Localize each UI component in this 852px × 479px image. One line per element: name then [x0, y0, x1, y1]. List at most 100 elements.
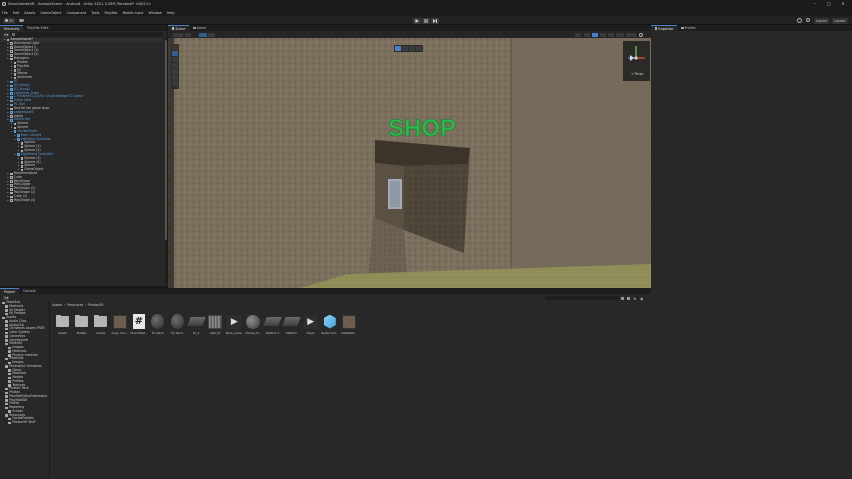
minimize-button[interactable]: –	[808, 1, 822, 8]
folder-icon	[5, 365, 9, 368]
layers-dropdown[interactable]: Layers	[814, 17, 830, 24]
hierarchy-scrollbar[interactable]	[165, 38, 167, 284]
asset-item[interactable]: light_fur	[208, 314, 223, 335]
overlay-visibility-icon[interactable]	[416, 46, 422, 51]
pause-button[interactable]	[422, 17, 430, 24]
overlay-snap-icon[interactable]	[395, 46, 401, 51]
tab-hierarchy[interactable]: Hierarchy	[0, 25, 24, 31]
asset-item[interactable]: # Face/VRSet...	[130, 314, 147, 335]
hidden-packages-icon[interactable]: ◉	[640, 296, 644, 301]
hierarchy-item-label: PolyShape (3)	[13, 197, 36, 202]
breadcrumb-assets[interactable]: Assets	[52, 303, 62, 307]
tab-inspector[interactable]: Inspector	[651, 25, 678, 31]
folder-icon	[8, 376, 12, 380]
asset-item[interactable]: Platform	[282, 314, 301, 335]
grid-snap-button[interactable]	[208, 32, 215, 37]
account-button[interactable]: SV	[3, 17, 16, 24]
hidden-objects-button[interactable]	[608, 32, 614, 37]
tab-console[interactable]: Console	[19, 288, 40, 294]
search-toolbar-icon[interactable]	[806, 18, 810, 22]
menu-assets[interactable]: Assets	[24, 11, 35, 15]
breadcrumb-photonvr[interactable]: PhotonVR	[88, 303, 103, 307]
menu-mobile-input[interactable]: Mobile Input	[122, 11, 143, 15]
folder-icon	[5, 391, 9, 395]
menu-help[interactable]: Help	[167, 11, 175, 15]
cloud-icon[interactable]	[19, 18, 24, 22]
asset-item[interactable]: Monkey fa...	[246, 314, 261, 335]
hierarchy-search-input[interactable]	[11, 32, 163, 37]
prefab-icon	[17, 138, 20, 141]
asset-item[interactable]: Angry mon...	[111, 314, 128, 335]
custom-tool-icon[interactable]	[172, 81, 178, 86]
rect-tool-icon[interactable]	[172, 69, 178, 74]
folder-icon	[5, 402, 9, 406]
folder-icon	[5, 320, 9, 323]
hierarchy-scroll-thumb[interactable]	[165, 40, 167, 240]
transform-tool-icon[interactable]	[172, 75, 178, 80]
asset-item[interactable]: Fur fabric	[170, 314, 185, 335]
rotate-tool-icon[interactable]	[172, 57, 178, 62]
tab-playfab-edex[interactable]: PlayFab EdEx	[23, 25, 52, 31]
filter-type-icon[interactable]	[621, 296, 624, 300]
audio-toggle-button[interactable]	[592, 32, 598, 37]
asset-item[interactable]: Fur fabric	[150, 314, 165, 335]
menu-window[interactable]: Window	[148, 11, 161, 15]
collab-icon[interactable]	[797, 18, 802, 23]
asset-item[interactable]: ▶ Monk_mode...	[226, 314, 243, 335]
lighting-toggle-button[interactable]	[584, 32, 590, 37]
project-splitter[interactable]	[49, 301, 50, 479]
close-button[interactable]: ✕	[836, 1, 850, 8]
project-panel: Project Console +▾ ★ ◉ Favorites Material…	[0, 288, 651, 479]
tab-project[interactable]: Project	[0, 288, 19, 294]
gameobject-icon	[10, 184, 13, 187]
pivot-button[interactable]	[185, 32, 191, 37]
star-icon[interactable]: ★	[633, 296, 637, 301]
breadcrumb-resources[interactable]: Resources	[67, 303, 83, 307]
scale-tool-icon[interactable]	[172, 63, 178, 68]
view-tool-icon[interactable]	[172, 45, 178, 50]
global-local-button[interactable]	[199, 32, 207, 37]
prefab-icon	[13, 130, 17, 134]
project-search-input[interactable]	[545, 296, 619, 300]
menu-tools[interactable]: Tools	[91, 11, 99, 15]
asset-item[interactable]: Assets	[55, 314, 70, 335]
scene-search-icon[interactable]	[639, 32, 643, 37]
asset-label: Fur fabric	[151, 332, 165, 335]
hierarchy-item[interactable]: ▸ PolyShape (3)	[0, 197, 163, 203]
scene-camera-button[interactable]	[616, 32, 624, 37]
texture-icon	[112, 314, 127, 329]
filter-label-icon[interactable]	[627, 296, 630, 300]
asset-item[interactable]: Untitled01...	[341, 314, 357, 335]
tab-hierarchy-label: Hierarchy	[4, 26, 20, 31]
draw-mode-button[interactable]	[173, 32, 183, 37]
overlay-grid-icon[interactable]	[402, 46, 408, 51]
menu-component[interactable]: Component	[66, 11, 86, 15]
asset-item[interactable]: Platform 1	[263, 314, 282, 335]
play-button[interactable]	[413, 17, 421, 24]
move-tool-icon[interactable]	[172, 51, 178, 56]
effects-toggle-button[interactable]	[600, 32, 606, 37]
asset-thumbnail: ▶	[227, 314, 242, 329]
2d-toggle-button[interactable]	[575, 32, 581, 37]
menu-file[interactable]: File	[2, 11, 8, 15]
hierarchy-add-button[interactable]: +▾	[3, 32, 9, 37]
tab-profiler[interactable]: Profiler	[677, 25, 700, 31]
layout-dropdown[interactable]: Layout	[832, 17, 848, 24]
gizmos-button[interactable]	[626, 32, 636, 37]
maximize-button[interactable]: □	[822, 1, 836, 8]
project-tree-item[interactable]: PhotonVR Stuff	[0, 420, 49, 425]
step-button[interactable]	[431, 17, 439, 24]
asset-label: light_fur	[209, 332, 221, 335]
overlay-increment-icon[interactable]	[409, 46, 415, 51]
asset-item[interactable]: fur_2	[187, 314, 206, 335]
scene-viewport[interactable]: SHOP < Persp	[168, 38, 651, 288]
asset-item[interactable]: Sprite mod...	[321, 314, 338, 335]
asset-item[interactable]: Prefabs	[74, 314, 89, 335]
asset-item[interactable]: Scripts	[93, 314, 108, 335]
menu-playfab[interactable]: PlayFab	[105, 11, 118, 15]
menu-gameobject[interactable]: GameObject	[40, 11, 61, 15]
menu-edit[interactable]: Edit	[13, 11, 20, 15]
inspector-tab-icon	[655, 27, 658, 30]
orientation-gizmo[interactable]: < Persp	[623, 41, 650, 81]
asset-item[interactable]: ▶ Player	[303, 314, 318, 335]
